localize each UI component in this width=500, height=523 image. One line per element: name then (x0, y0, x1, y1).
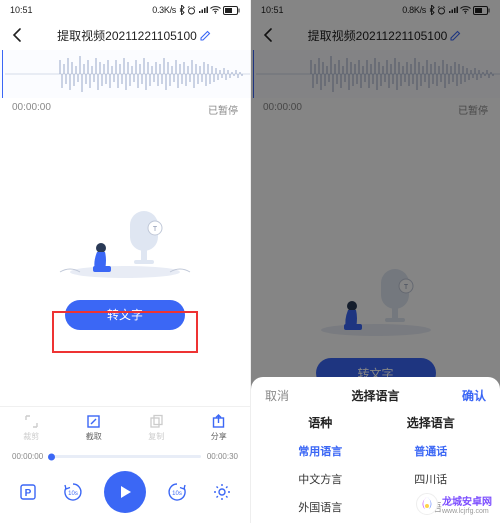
status-net: 0.3K/s (152, 5, 176, 15)
screen-language-select: 10:51 0.8K/s 提取视频20211221105100 (250, 0, 500, 523)
option-foreign-language[interactable]: 外国语言 (298, 499, 342, 515)
progress-left: 00:00:00 (12, 452, 43, 461)
status-bar: 10:51 0.3K/s (0, 0, 250, 20)
screen-main: 10:51 0.3K/s 提取视频20211221105100 (0, 0, 250, 523)
waveform[interactable] (0, 50, 250, 98)
tool-copy[interactable]: 复制 (131, 413, 181, 442)
tool-label: 分享 (211, 431, 227, 442)
forward-10s-button[interactable]: 10s (164, 479, 190, 505)
sheet-columns: 语种 常用语言 中文方言 外国语言 选择语言 普通话 四川话 英语 (265, 414, 486, 515)
play-status: 已暂停 (208, 102, 238, 117)
language-sheet: 取消 选择语言 确认 语种 常用语言 中文方言 外国语言 选择语言 普通话 四川… (251, 377, 500, 523)
settings-button[interactable] (209, 479, 235, 505)
option-chinese-dialect[interactable]: 中文方言 (298, 471, 342, 487)
play-button[interactable] (104, 471, 146, 513)
tool-crop[interactable]: 裁剪 (6, 413, 56, 442)
content-area: T 转文字 (0, 123, 250, 406)
language-type-column: 语种 常用语言 中文方言 外国语言 (265, 414, 376, 515)
page-title: 提取视频20211221105100 (26, 27, 242, 44)
status-time: 10:51 (10, 5, 33, 15)
svg-text:T: T (153, 226, 158, 233)
tool-label: 截取 (86, 431, 102, 442)
svg-text:10s: 10s (68, 491, 78, 497)
battery-icon (223, 6, 240, 15)
copy-icon (149, 414, 164, 429)
forward-icon: 10s (165, 480, 189, 504)
tool-row: 裁剪 截取 复制 分享 (0, 406, 250, 448)
tool-label: 裁剪 (23, 431, 39, 442)
rewind-icon: 10s (61, 480, 85, 504)
share-icon (211, 414, 226, 429)
sheet-title: 选择语言 (351, 387, 399, 404)
chevron-left-icon (12, 28, 22, 42)
alarm-icon (187, 6, 196, 15)
rewind-10s-button[interactable]: 10s (60, 479, 86, 505)
column-header: 语种 (308, 414, 332, 431)
edit-icon[interactable] (200, 30, 211, 41)
option-english[interactable]: 英语 (420, 499, 442, 515)
language-select-column: 选择语言 普通话 四川话 英语 (376, 414, 487, 515)
progress-right: 00:00:30 (207, 452, 238, 461)
tool-share[interactable]: 分享 (194, 413, 244, 442)
progress-thumb[interactable] (48, 453, 55, 460)
back-button[interactable] (8, 26, 26, 44)
time-row: 00:00:00 已暂停 (0, 98, 250, 123)
tool-label: 复制 (148, 431, 164, 442)
progress-track[interactable] (49, 455, 201, 458)
title-text: 提取视频20211221105100 (57, 27, 197, 44)
cancel-button[interactable]: 取消 (265, 387, 289, 404)
progress-bar[interactable]: 00:00:00 00:00:30 (0, 448, 250, 465)
option-mandarin[interactable]: 普通话 (414, 443, 447, 459)
cut-icon (86, 414, 101, 429)
title-bar: 提取视频20211221105100 (0, 20, 250, 50)
wifi-icon (210, 6, 221, 14)
signal-icon (198, 6, 208, 14)
tool-cut[interactable]: 截取 (69, 413, 119, 442)
convert-to-text-button[interactable]: 转文字 (65, 300, 185, 330)
waveform-graphic (0, 50, 250, 98)
playback-controls: P 10s 10s (0, 465, 250, 523)
option-common-language[interactable]: 常用语言 (298, 443, 342, 459)
svg-text:10s: 10s (173, 491, 183, 497)
confirm-button[interactable]: 确认 (462, 387, 486, 404)
bluetooth-icon (178, 5, 185, 15)
crop-icon (24, 414, 39, 429)
play-icon (117, 484, 133, 500)
bookmark-button[interactable]: P (15, 479, 41, 505)
sheet-header: 取消 选择语言 确认 (265, 387, 486, 414)
svg-text:P: P (25, 488, 32, 499)
bookmark-icon: P (18, 482, 38, 502)
time-current: 00:00:00 (12, 102, 51, 117)
option-sichuan[interactable]: 四川话 (414, 471, 447, 487)
column-header: 选择语言 (407, 414, 455, 431)
status-right: 0.3K/s (152, 5, 240, 15)
gear-icon (212, 482, 232, 502)
illustration: T (55, 200, 195, 280)
